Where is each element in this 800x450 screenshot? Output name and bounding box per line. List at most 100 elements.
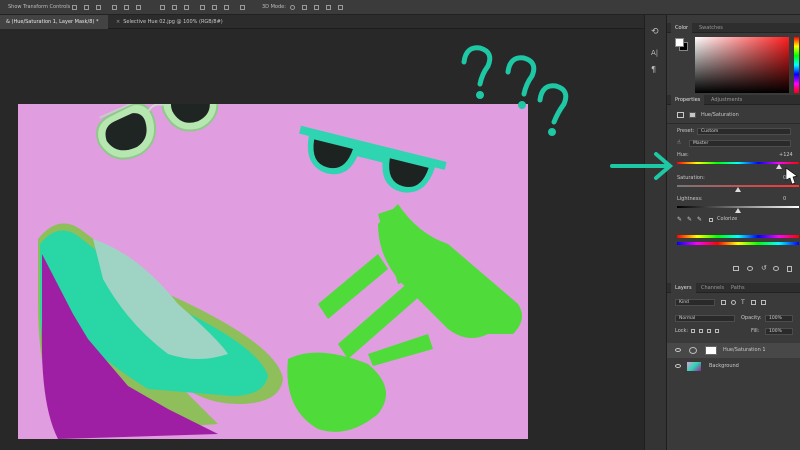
tab-selective-hue[interactable]: × Selective Hue 02.jpg @ 100% (RGB/8#) bbox=[110, 15, 260, 29]
filter-smart-object-icon[interactable] bbox=[761, 300, 766, 305]
3d-pan-icon[interactable] bbox=[314, 5, 319, 10]
input-color-bar bbox=[677, 235, 799, 238]
blend-mode-value: Normal bbox=[679, 316, 696, 321]
lock-transparent-icon[interactable] bbox=[691, 329, 695, 333]
layer-filter-kind-dropdown[interactable]: Kind bbox=[675, 299, 715, 306]
tab-adjustments[interactable]: Adjustments bbox=[707, 95, 746, 105]
distribute-bottom-icon[interactable] bbox=[184, 5, 189, 10]
saturation-label: Saturation: bbox=[677, 175, 705, 181]
lock-pixels-icon[interactable] bbox=[699, 329, 703, 333]
output-color-bar bbox=[677, 242, 799, 245]
clip-to-layer-icon[interactable] bbox=[733, 266, 739, 271]
fill-value: 100% bbox=[769, 329, 782, 334]
tab-swatches[interactable]: Swatches bbox=[695, 23, 727, 33]
adjustment-thumbnail-icon bbox=[689, 347, 697, 354]
filter-adjustment-icon[interactable] bbox=[731, 300, 736, 305]
3d-orbit-icon[interactable] bbox=[290, 5, 295, 10]
eyedropper-minus-icon[interactable]: ✎ bbox=[697, 216, 702, 223]
opacity-value: 100% bbox=[769, 316, 782, 321]
align-left-icon[interactable] bbox=[112, 5, 117, 10]
distribute-middle-icon[interactable] bbox=[172, 5, 177, 10]
options-bar: Show Transform Controls 3D Mode: bbox=[0, 0, 800, 15]
colorize-checkbox[interactable] bbox=[709, 218, 713, 222]
background-thumbnail bbox=[687, 362, 701, 371]
mask-icon[interactable] bbox=[689, 112, 696, 118]
document-image[interactable] bbox=[18, 104, 528, 439]
align-right-icon[interactable] bbox=[136, 5, 141, 10]
lock-all-icon[interactable] bbox=[715, 329, 719, 333]
tab-label: Selective Hue 02.jpg @ 100% (RGB/8#) bbox=[123, 19, 223, 25]
layer-name[interactable]: Background bbox=[709, 359, 739, 374]
distribute-center-icon[interactable] bbox=[212, 5, 217, 10]
close-tab-icon[interactable]: × bbox=[116, 19, 120, 25]
visibility-eye-icon[interactable] bbox=[675, 348, 681, 352]
character-icon[interactable]: A| bbox=[651, 49, 658, 57]
3d-slide-icon[interactable] bbox=[326, 5, 331, 10]
opacity-field[interactable]: 100% bbox=[765, 315, 793, 322]
fill-field[interactable]: 100% bbox=[765, 328, 793, 335]
distribute-right-icon[interactable] bbox=[224, 5, 229, 10]
saturation-value[interactable]: 0 bbox=[783, 174, 786, 182]
lightness-value[interactable]: 0 bbox=[783, 195, 786, 203]
reset-icon[interactable]: ↺ bbox=[761, 264, 767, 272]
show-transform-controls-label[interactable]: Show Transform Controls bbox=[8, 0, 70, 15]
layer-mask-thumbnail[interactable] bbox=[705, 346, 717, 355]
colorize-label: Colorize bbox=[717, 216, 738, 222]
3d-scale-icon[interactable] bbox=[338, 5, 343, 10]
adjustment-layer-icon bbox=[677, 112, 684, 118]
divider bbox=[667, 123, 800, 124]
fill-label: Fill: bbox=[751, 328, 760, 334]
hue-spectrum-slider[interactable] bbox=[794, 37, 799, 93]
visibility-eye-icon[interactable] bbox=[675, 364, 681, 368]
tab-properties[interactable]: Properties bbox=[671, 95, 705, 105]
tab-label: & (Hue/Saturation 1, Layer Mask/8) * bbox=[6, 19, 99, 25]
3d-roll-icon[interactable] bbox=[302, 5, 307, 10]
foreground-color-swatch[interactable] bbox=[675, 38, 684, 47]
paragraph-icon[interactable]: ¶ bbox=[651, 65, 656, 74]
trash-icon[interactable] bbox=[787, 266, 792, 272]
opacity-label: Opacity: bbox=[741, 315, 762, 321]
distribute-top-icon[interactable] bbox=[160, 5, 165, 10]
tab-color[interactable]: Color bbox=[671, 23, 693, 33]
preset-value: Custom bbox=[701, 129, 719, 134]
blend-mode-dropdown[interactable]: Normal bbox=[675, 315, 735, 322]
preset-label: Preset: bbox=[677, 128, 695, 134]
channel-value: Master bbox=[693, 141, 709, 146]
color-panel-tabs: Color Swatches bbox=[667, 23, 800, 33]
lock-label: Lock: bbox=[675, 328, 689, 334]
saturation-slider-thumb[interactable] bbox=[735, 187, 741, 192]
tab-paths[interactable]: Paths bbox=[727, 283, 749, 293]
filter-pixel-icon[interactable] bbox=[721, 300, 726, 305]
align-center-icon[interactable] bbox=[124, 5, 129, 10]
tab-channels[interactable]: Channels bbox=[697, 283, 728, 293]
lock-position-icon[interactable] bbox=[707, 329, 711, 333]
tab-layers[interactable]: Layers bbox=[671, 283, 696, 293]
targeted-adjustment-hand-icon[interactable]: ☝ bbox=[677, 139, 681, 146]
tab-document-active[interactable]: & (Hue/Saturation 1, Layer Mask/8) * bbox=[0, 15, 108, 29]
filter-shape-icon[interactable] bbox=[751, 300, 756, 305]
distribute-left-icon[interactable] bbox=[200, 5, 205, 10]
align-top-icon[interactable] bbox=[72, 5, 77, 10]
hue-slider-thumb[interactable] bbox=[776, 164, 783, 169]
lightness-label: Lightness: bbox=[677, 196, 703, 202]
kind-value: Kind bbox=[679, 300, 689, 305]
view-previous-icon[interactable] bbox=[747, 266, 753, 271]
layer-name[interactable]: Hue/Saturation 1 bbox=[723, 343, 766, 358]
panel-tool-strip: ⟲ A| ¶ bbox=[644, 15, 666, 450]
auto-align-icon[interactable] bbox=[240, 5, 245, 10]
align-bottom-icon[interactable] bbox=[96, 5, 101, 10]
lightness-slider-thumb[interactable] bbox=[735, 208, 741, 213]
color-picker-field[interactable] bbox=[695, 37, 789, 93]
channel-dropdown[interactable]: Master bbox=[689, 140, 791, 147]
preset-dropdown[interactable]: Custom bbox=[697, 128, 791, 135]
visibility-icon[interactable] bbox=[773, 266, 779, 271]
align-middle-icon[interactable] bbox=[84, 5, 89, 10]
filter-type-icon[interactable]: T bbox=[741, 299, 745, 306]
eyedropper-icon[interactable]: ✎ bbox=[677, 216, 682, 223]
layer-row-background[interactable]: Background bbox=[667, 359, 800, 374]
eyedropper-plus-icon[interactable]: ✎ bbox=[687, 216, 692, 223]
history-icon[interactable]: ⟲ bbox=[651, 27, 659, 37]
layer-row-hue-saturation[interactable]: Hue/Saturation 1 bbox=[667, 343, 800, 358]
hue-value[interactable]: +124 bbox=[779, 151, 793, 159]
layers-panel-tabs: Layers Channels Paths bbox=[667, 283, 800, 293]
